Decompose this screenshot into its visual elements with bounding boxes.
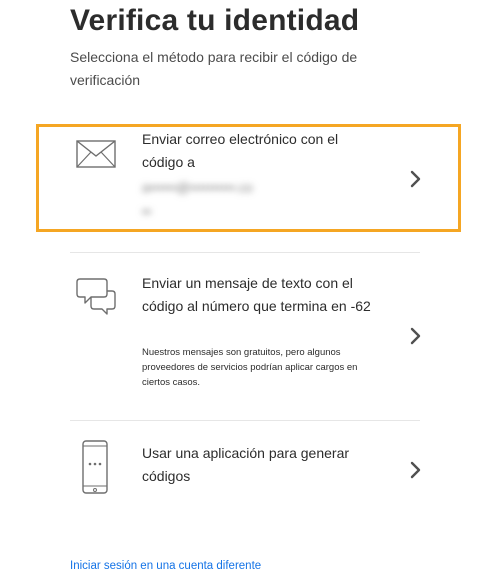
page-subtitle: Selecciona el método para recibir el cód…: [70, 49, 358, 88]
option-sms-label: Enviar un mensaje de texto con el código…: [142, 275, 371, 314]
divider: [70, 252, 420, 253]
option-email-label: Enviar correo electrónico con el código …: [142, 131, 339, 170]
masked-email-end: ••: [142, 204, 152, 219]
option-authenticator-app[interactable]: Usar una aplicación para generar códigos: [70, 440, 422, 500]
option-sms-note: Nuestros mensajes son gratuitos, pero al…: [142, 347, 358, 388]
envelope-icon: [76, 140, 116, 173]
chevron-right-icon: [410, 461, 422, 484]
chevron-right-icon: [410, 327, 422, 350]
option-app-label: Usar una aplicación para generar códigos: [142, 445, 350, 484]
divider: [70, 420, 420, 421]
option-email[interactable]: Enviar correo electrónico con el código …: [70, 128, 422, 228]
masked-email: a••••••@••••••••••.co: [142, 180, 253, 195]
sign-in-different-account-link[interactable]: Iniciar sesión en una cuenta diferente: [70, 560, 261, 572]
option-sms[interactable]: Enviar un mensaje de texto con el código…: [70, 272, 422, 402]
chevron-right-icon: [410, 170, 422, 193]
phone-app-icon: [82, 440, 108, 499]
page-title: Verifica tu identidad: [70, 4, 360, 37]
chat-bubbles-icon: [76, 276, 118, 323]
